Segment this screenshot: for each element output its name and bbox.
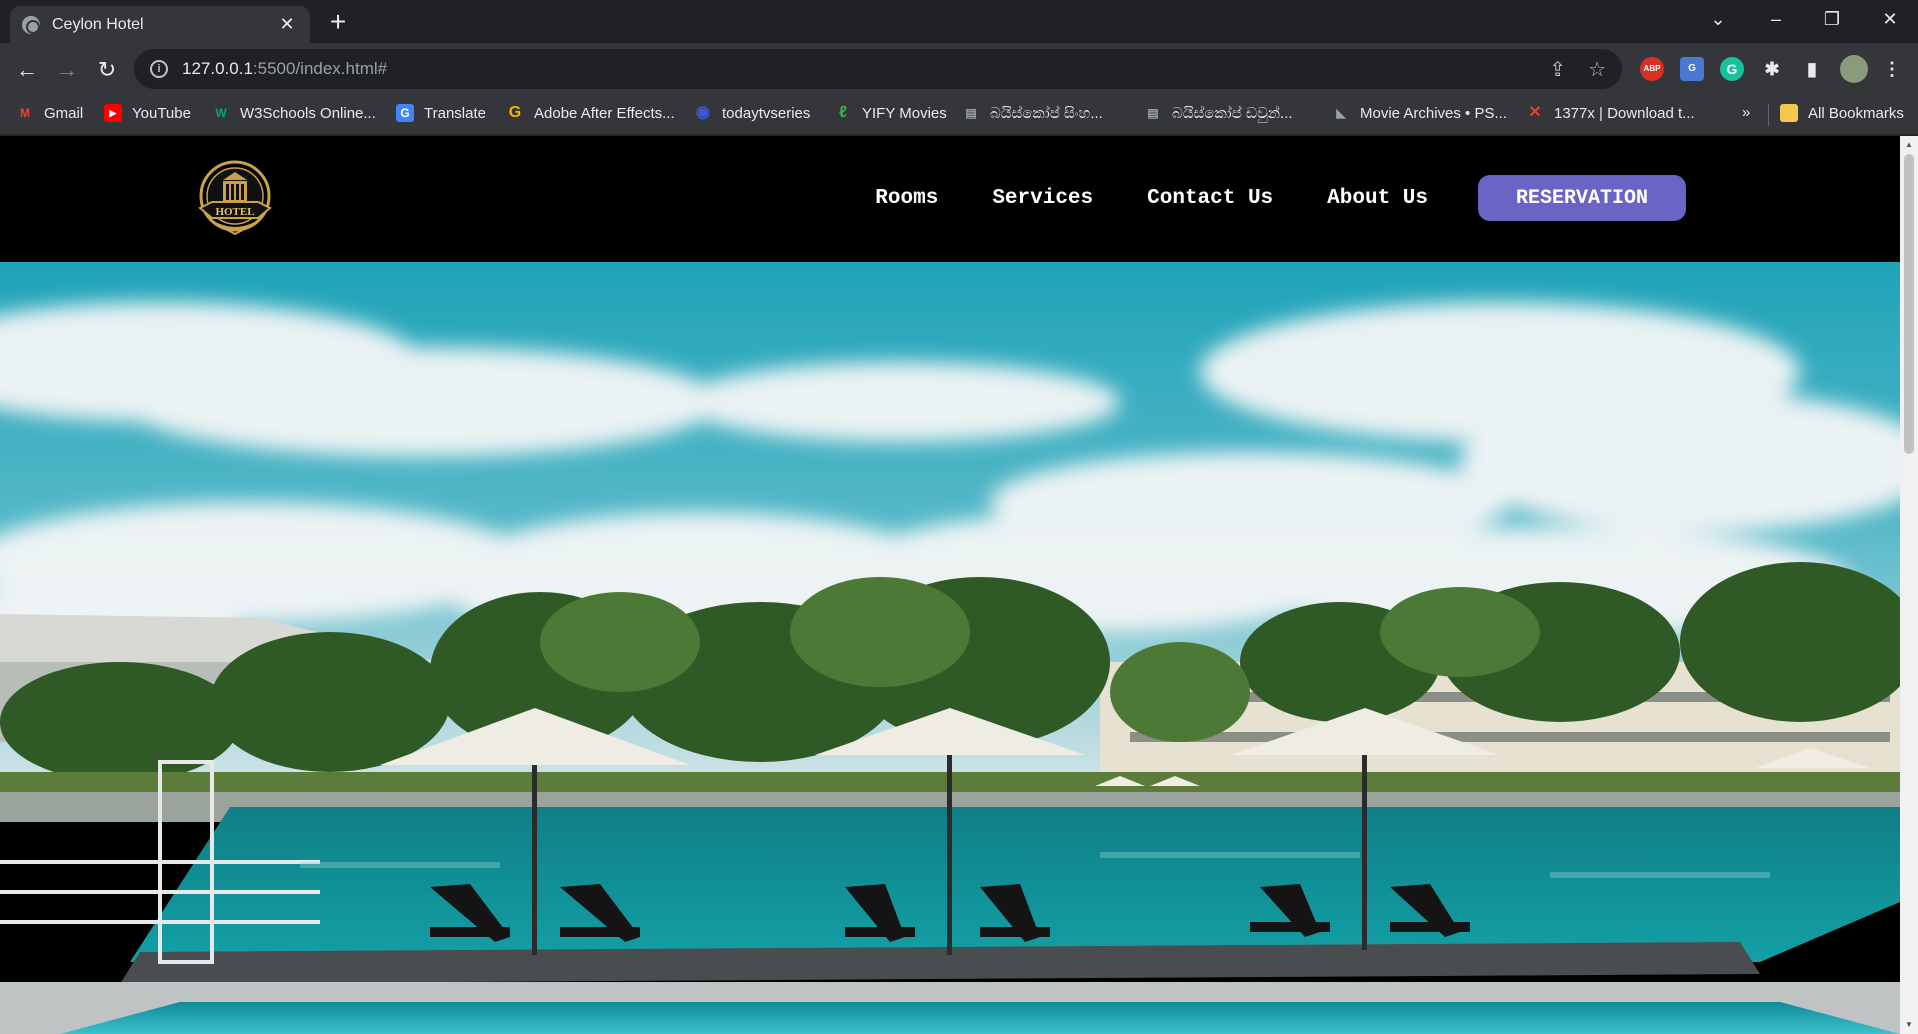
nav-about-us[interactable]: About Us: [1327, 187, 1428, 210]
bookmark-baiscope-sinhala[interactable]: ▤ බයිස්කෝප් සිංහ...: [962, 104, 1103, 122]
film-icon: ▤: [1147, 106, 1159, 120]
scroll-up-icon[interactable]: ▲: [1904, 140, 1914, 149]
url-path: :5500/index.html#: [252, 59, 388, 78]
avatar[interactable]: [1840, 55, 1868, 83]
scroll-thumb[interactable]: [1904, 154, 1914, 454]
pool-resort-photo: [0, 262, 1900, 1034]
new-tab-button[interactable]: +: [322, 8, 354, 36]
forward-icon[interactable]: →: [52, 55, 82, 85]
bookmark-baiscope-download[interactable]: ▤ බයිස්කෝප් ඩවුන්...: [1144, 104, 1293, 122]
gmail-icon: M: [20, 106, 30, 120]
browser-toolbar: ← → ↻ i 127.0.0.1:5500/index.html# ⇪ ☆ A…: [0, 43, 1918, 95]
youtube-icon: ▶: [104, 104, 122, 122]
info-icon[interactable]: i: [150, 60, 168, 78]
tab-title: Ceylon Hotel: [52, 15, 144, 33]
bookmark-label: YouTube: [132, 104, 191, 122]
bookmarks-divider: [1768, 104, 1769, 126]
bookmark-1377x[interactable]: ✕ 1377x | Download t...: [1526, 104, 1695, 122]
yify-icon: ℓ: [839, 104, 847, 121]
back-icon[interactable]: ←: [12, 55, 42, 85]
bookmark-after-effects[interactable]: G Adobe After Effects...: [506, 104, 675, 122]
close-icon[interactable]: ✕: [276, 14, 298, 35]
extensions-icon[interactable]: ✱: [1760, 57, 1784, 81]
bookmark-yify[interactable]: ℓ YIFY Movies: [834, 104, 947, 122]
side-panel-icon[interactable]: ▮: [1800, 57, 1824, 81]
bookmark-translate[interactable]: G Translate: [396, 104, 486, 122]
bookmark-todaytvseries[interactable]: ◉ todaytvseries: [694, 104, 810, 122]
bookmark-label: Movie Archives • PS...: [1360, 104, 1507, 122]
share-icon[interactable]: ⇪: [1549, 57, 1566, 82]
bookmark-w3schools[interactable]: W W3Schools Online...: [212, 104, 376, 122]
hotel-logo-icon: HOTEL: [198, 160, 272, 236]
x-icon: ✕: [1528, 104, 1542, 121]
film-icon: ▤: [965, 106, 977, 120]
hotel-logo[interactable]: HOTEL: [190, 156, 280, 242]
bookmark-label: Gmail: [44, 104, 84, 122]
bookmarks-bar: M Gmail ▶ YouTube W W3Schools Online... …: [0, 95, 1918, 135]
translate-icon: G: [396, 104, 414, 122]
bookmark-label: බයිස්කෝප් ඩවුන්...: [1172, 104, 1293, 122]
nav-services[interactable]: Services: [992, 187, 1093, 210]
window-close-button[interactable]: ✕: [1870, 6, 1910, 32]
page-viewport: HOTEL Rooms Services Contact Us About Us…: [0, 136, 1900, 1034]
reservation-button[interactable]: RESERVATION: [1478, 175, 1686, 221]
browser-tab[interactable]: Ceylon Hotel ✕: [10, 6, 310, 43]
bookmark-label: todaytvseries: [722, 104, 811, 122]
main-nav: Rooms Services Contact Us About Us RESER…: [875, 175, 1686, 221]
tab-strip: Ceylon Hotel ✕ + ⌄ – ❐ ✕: [0, 0, 1918, 43]
scroll-down-icon[interactable]: ▼: [1904, 1020, 1914, 1029]
bookmark-movie-archives[interactable]: ◣ Movie Archives • PS...: [1332, 104, 1507, 122]
folder-icon: [1780, 104, 1798, 122]
page-scrollbar[interactable]: ▲ ▼: [1900, 136, 1918, 1034]
site-navbar: HOTEL Rooms Services Contact Us About Us…: [0, 136, 1900, 262]
tab-search-icon[interactable]: ⌄: [1698, 6, 1738, 32]
adblock-icon[interactable]: ABP: [1640, 57, 1664, 81]
psa-icon: ◣: [1336, 106, 1346, 120]
translate-ext-icon[interactable]: G: [1680, 57, 1704, 81]
minimize-button[interactable]: –: [1756, 6, 1796, 32]
all-bookmarks[interactable]: All Bookmarks: [1780, 104, 1904, 122]
bookmark-label: W3Schools Online...: [240, 104, 376, 122]
hero-image: [0, 262, 1900, 1034]
globe-icon: [22, 15, 40, 34]
url-host: 127.0.0.1: [182, 59, 253, 78]
nav-contact-us[interactable]: Contact Us: [1147, 187, 1273, 210]
logo-text: HOTEL: [215, 206, 254, 218]
grammarly-icon[interactable]: G: [1720, 57, 1744, 81]
bookmark-label: බයිස්කෝප් සිංහ...: [990, 104, 1103, 122]
bookmark-youtube[interactable]: ▶ YouTube: [104, 104, 191, 122]
bookmark-label: Translate: [424, 104, 486, 122]
menu-icon[interactable]: ⋮: [1880, 57, 1904, 81]
bookmarks-overflow-button[interactable]: »: [1742, 104, 1750, 121]
w3schools-icon: W: [215, 106, 227, 120]
nav-rooms[interactable]: Rooms: [875, 187, 938, 210]
star-icon[interactable]: ☆: [1588, 57, 1606, 82]
bookmark-label: YIFY Movies: [862, 104, 947, 122]
g-icon: G: [508, 104, 522, 121]
bookmark-label: Adobe After Effects...: [534, 104, 675, 122]
restore-button[interactable]: ❐: [1812, 6, 1852, 32]
globe-icon: ◉: [696, 104, 710, 121]
bookmark-label: 1377x | Download t...: [1554, 104, 1695, 122]
address-bar[interactable]: i 127.0.0.1:5500/index.html# ⇪ ☆: [134, 49, 1622, 89]
bookmark-gmail[interactable]: M Gmail: [16, 104, 83, 122]
all-bookmarks-label: All Bookmarks: [1808, 104, 1904, 122]
reload-icon[interactable]: ↻: [92, 55, 122, 85]
